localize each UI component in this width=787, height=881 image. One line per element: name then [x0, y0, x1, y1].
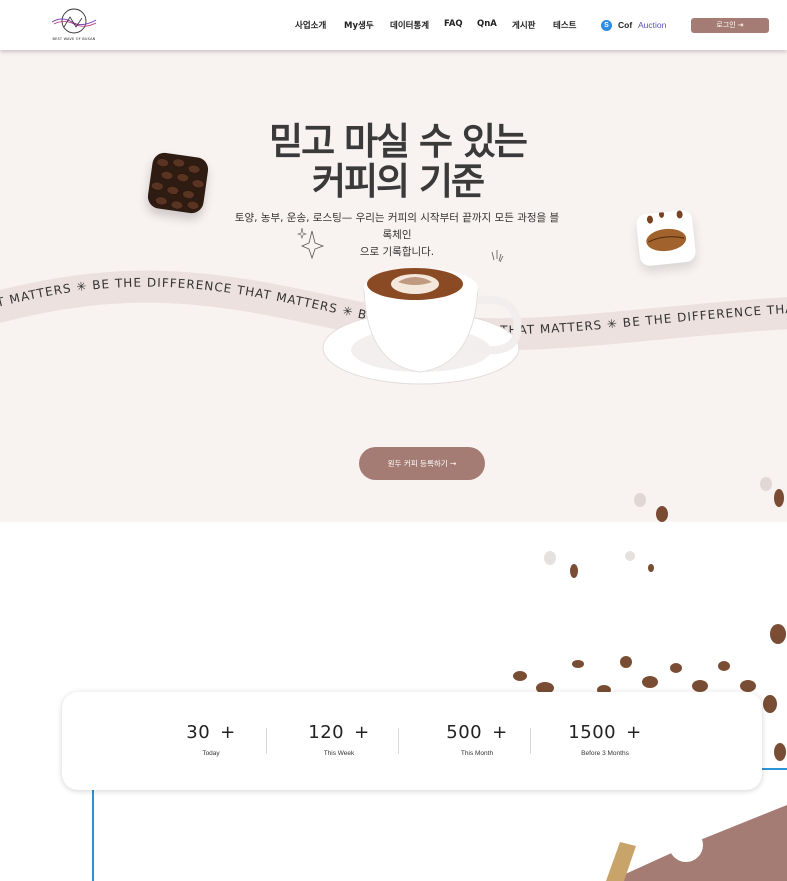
roasted-bean-tile-image: [635, 209, 697, 267]
site-header: BEST WAVE OF BUSAN 사업소개 My생두 데이터통계 FAQ Q…: [0, 0, 787, 50]
stat-label: Before 3 Months: [581, 750, 629, 757]
login-button[interactable]: 로그인 ⇥: [691, 18, 769, 33]
stat-label: This Week: [323, 750, 355, 757]
logo-text: BEST WAVE OF BUSAN: [52, 37, 96, 41]
auction-link[interactable]: Auction: [638, 20, 666, 30]
stat-value: 120 +: [308, 722, 370, 743]
cof-label[interactable]: Cof: [618, 20, 632, 30]
nav-qna[interactable]: QnA: [477, 19, 497, 33]
stat-value: 1500 +: [568, 722, 642, 743]
stat-divider: [530, 728, 531, 754]
nav-board[interactable]: 게시판: [512, 19, 535, 33]
coffee-cup-image: [322, 268, 522, 385]
nav-faq[interactable]: FAQ: [444, 19, 463, 33]
stat-divider: [398, 728, 399, 754]
nav-test[interactable]: 테스트: [553, 19, 576, 33]
coffee-beans-tile-image: [146, 151, 210, 215]
nav-my-beans[interactable]: My생두: [344, 19, 374, 33]
hero-desc-line2: 으로 기록합니다.: [359, 246, 435, 258]
logo-emblem-icon: [51, 8, 97, 34]
stat-value: 500 +: [446, 722, 508, 743]
stat-label: Today: [202, 750, 220, 757]
stat-before-3-months: 1500 + Before 3 Months: [540, 722, 670, 757]
stat-this-week: 120 + This Week: [274, 722, 404, 757]
coin-icon: S: [601, 20, 612, 31]
nav-business[interactable]: 사업소개: [295, 19, 326, 33]
stats-card: 30 + Today 120 + This Week 500 + This Month…: [62, 692, 762, 790]
hero-desc-line1: 토양, 농부, 운송, 로스팅— 우리는 커피의 시작부터 끝까지 모든 과정을…: [234, 212, 560, 241]
stat-value: 30 +: [186, 722, 236, 743]
stat-divider: [266, 728, 267, 754]
hero-description: 토양, 농부, 운송, 로스팅— 우리는 커피의 시작부터 끝까지 모든 과정을…: [234, 210, 560, 261]
hero-title: 믿고 마실 수 있는 커피의 기준: [220, 122, 575, 202]
stat-this-month: 500 + This Month: [412, 722, 542, 757]
site-logo[interactable]: BEST WAVE OF BUSAN: [50, 7, 98, 43]
hero-section: HAT MATTERS ✳ BE THE DIFFERENCE THAT MAT…: [0, 50, 787, 522]
hero-title-line2: 커피의 기준: [311, 160, 485, 203]
nav-statistics[interactable]: 데이터통계: [390, 19, 429, 33]
hero-title-line1: 믿고 마실 수 있는: [269, 120, 528, 163]
register-coffee-button[interactable]: 원두 커피 등록하기 →: [359, 447, 485, 480]
stat-today: 30 + Today: [146, 722, 276, 757]
stat-label: This Month: [460, 750, 494, 757]
